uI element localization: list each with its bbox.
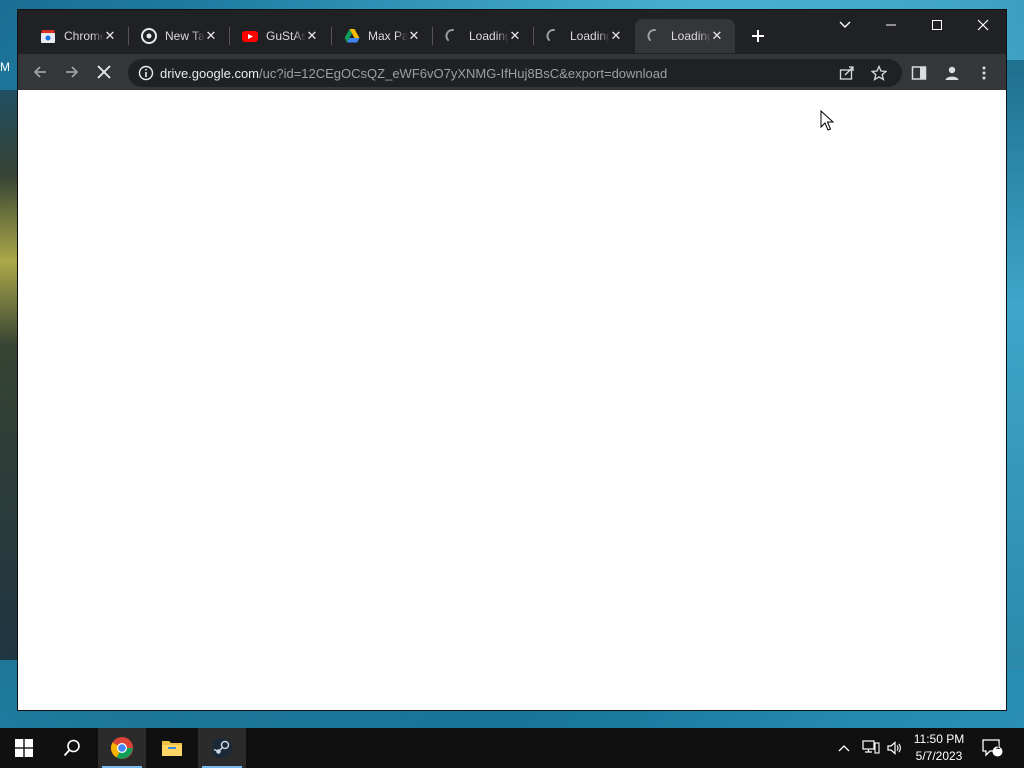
- url-host: drive.google.com: [160, 66, 259, 81]
- desktop-corner-text: M: [0, 60, 10, 74]
- arrow-right-icon: [66, 66, 79, 78]
- tab-google-drive[interactable]: Max Pa ✕: [331, 19, 432, 53]
- tab-separator: [229, 27, 230, 45]
- system-clock[interactable]: 11:50 PM 5/7/2023: [906, 731, 972, 765]
- profile-icon[interactable]: [943, 64, 961, 82]
- taskbar-chrome[interactable]: [98, 728, 146, 768]
- close-icon[interactable]: ✕: [507, 28, 523, 44]
- loading-spinner-icon: [647, 28, 663, 44]
- share-icon[interactable]: [838, 64, 856, 82]
- page-content[interactable]: [18, 90, 1006, 710]
- tab-youtube[interactable]: GuStAs ✕: [229, 19, 330, 53]
- forward-button[interactable]: [60, 60, 84, 84]
- network-icon[interactable]: [862, 728, 880, 768]
- show-hidden-icons-button[interactable]: [838, 728, 850, 768]
- background-window-left: [0, 90, 18, 660]
- close-window-button[interactable]: [960, 10, 1006, 40]
- arrow-left-icon: [33, 66, 46, 78]
- taskbar-file-explorer[interactable]: [148, 728, 196, 768]
- tab-separator: [432, 27, 433, 45]
- chevron-up-icon: [838, 745, 850, 752]
- mouse-cursor-icon: [820, 109, 835, 137]
- chevron-down-icon: [839, 21, 851, 28]
- new-tab-button[interactable]: [746, 24, 770, 48]
- tab-title: Loading: [671, 29, 711, 43]
- tab-title: Chrome: [64, 29, 104, 43]
- search-icon: [63, 739, 80, 757]
- search-button[interactable]: [48, 728, 96, 768]
- close-icon[interactable]: ✕: [203, 28, 219, 44]
- folder-icon: [162, 741, 182, 756]
- windows-taskbar: 11:50 PM 5/7/2023 1: [0, 728, 1024, 768]
- chrome-window: Chrome ✕ New Tab ✕ GuStAs ✕: [18, 10, 1006, 710]
- steam-icon: [212, 738, 232, 758]
- tab-title: Loading: [570, 29, 610, 43]
- tab-search-button[interactable]: [822, 10, 868, 40]
- bookmark-star-icon[interactable]: [870, 64, 888, 82]
- clock-date: 5/7/2023: [915, 749, 963, 763]
- stop-icon: [97, 65, 111, 79]
- tab-loading-2[interactable]: Loading ✕: [533, 19, 634, 53]
- start-button[interactable]: [0, 728, 48, 768]
- tab-new-tab[interactable]: New Tab ✕: [128, 19, 229, 53]
- site-info-icon[interactable]: [138, 65, 154, 81]
- minimize-button[interactable]: [868, 10, 914, 40]
- tab-loading-1[interactable]: Loading ✕: [432, 19, 533, 53]
- maximize-icon: [932, 20, 942, 30]
- google-drive-icon: [344, 28, 360, 44]
- stop-loading-button[interactable]: [92, 60, 116, 84]
- loading-spinner-icon: [546, 28, 562, 44]
- tab-title: Max Pa: [368, 29, 408, 43]
- notifications-button[interactable]: 1: [982, 728, 1004, 768]
- side-panel-icon[interactable]: [910, 64, 928, 82]
- close-icon[interactable]: ✕: [102, 28, 118, 44]
- tab-title: New Tab: [165, 29, 205, 43]
- tab-title: GuStAs: [266, 29, 306, 43]
- taskbar-steam[interactable]: [198, 728, 246, 768]
- chrome-icon: [141, 28, 157, 44]
- close-icon[interactable]: ✕: [304, 28, 320, 44]
- youtube-icon: [242, 28, 258, 44]
- close-icon[interactable]: ✕: [608, 28, 624, 44]
- address-bar[interactable]: drive.google.com/uc?id=12CEgOCsQZ_eWF6vO…: [128, 59, 902, 87]
- tab-title: Loading: [469, 29, 509, 43]
- chrome-web-store-icon: [40, 28, 56, 44]
- maximize-button[interactable]: [914, 10, 960, 40]
- tab-separator: [331, 27, 332, 45]
- tab-loading-active[interactable]: Loading ✕: [635, 19, 735, 53]
- background-window-right: [1006, 60, 1024, 670]
- tab-chrome-web-store[interactable]: Chrome ✕: [28, 19, 128, 53]
- clock-time: 11:50 PM: [913, 732, 965, 746]
- windows-logo-icon: [15, 739, 33, 757]
- volume-icon[interactable]: [886, 728, 902, 768]
- back-button[interactable]: [28, 60, 52, 84]
- close-icon[interactable]: ✕: [406, 28, 422, 44]
- url-path: /uc?id=12CEgOCsQZ_eWF6vO7yXNMG-IfHuj8BsC…: [259, 66, 668, 81]
- minimize-icon: [886, 24, 896, 26]
- more-menu-icon[interactable]: [975, 64, 993, 82]
- close-icon[interactable]: ✕: [709, 28, 725, 44]
- url-text: drive.google.com/uc?id=12CEgOCsQZ_eWF6vO…: [160, 66, 667, 81]
- tab-separator: [128, 27, 129, 45]
- loading-spinner-icon: [445, 28, 461, 44]
- chrome-icon: [111, 737, 133, 759]
- tab-separator: [533, 27, 534, 45]
- notification-count: 1: [995, 741, 1001, 751]
- close-icon: [977, 19, 989, 31]
- browser-toolbar: drive.google.com/uc?id=12CEgOCsQZ_eWF6vO…: [18, 54, 1006, 90]
